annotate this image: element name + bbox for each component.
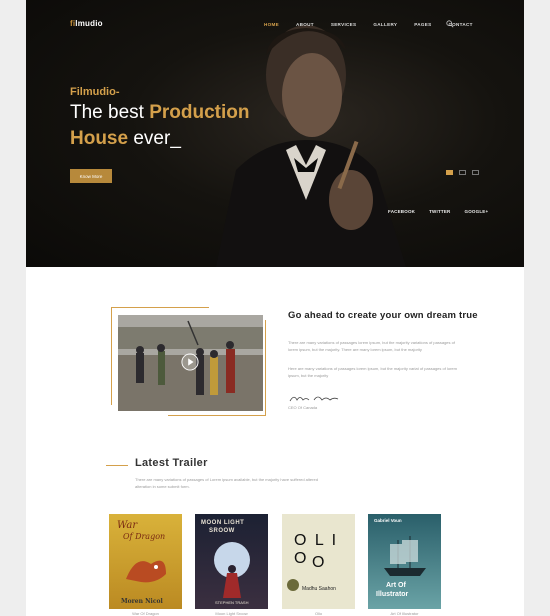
poster-caption[interactable]: Moon Light Sroow <box>195 611 268 616</box>
poster-card[interactable]: War Of Dragon Moren Nicol <box>109 514 182 609</box>
poster-card[interactable]: MOON LIGHT SROOW STEPHEN TRASH <box>195 514 268 609</box>
hero-section: filmudio HOME ABOUT SERVICES GALLERY PAG… <box>26 0 524 267</box>
poster-caption[interactable]: Art Of Illustrator <box>368 611 441 616</box>
poster-subtitle: Of Dragon <box>123 532 166 541</box>
dragon-illustration <box>126 560 166 583</box>
poster-title: War <box>117 520 138 531</box>
nav-link-gallery[interactable]: GALLERY <box>373 22 397 27</box>
hero-title-line2-a: House <box>70 128 129 149</box>
nav-link-home[interactable]: HOME <box>264 22 279 27</box>
slider-dot-2[interactable] <box>459 170 466 175</box>
trailer-section-title: Latest Trailer <box>135 457 208 469</box>
know-more-button[interactable]: Know More <box>70 169 112 183</box>
section-title-line <box>106 465 128 466</box>
hero-title: The best Production House ever_ <box>70 100 250 152</box>
moon-figure-illustration <box>214 542 250 598</box>
slider-dot-1[interactable] <box>446 170 453 175</box>
social-links: FACEBOOK TWITTER GOOGLE+ <box>388 209 488 214</box>
poster-subtitle: SROOW <box>209 528 235 534</box>
hero-title-line2-b: ever_ <box>128 128 181 149</box>
poster-subtitle: O <box>312 554 325 571</box>
poster-title: O L I O <box>294 532 339 567</box>
poster-card[interactable]: O L I O O Madhu Saahon <box>282 514 355 609</box>
poster-title: Art Of <box>386 582 406 589</box>
about-title: Go ahead to create your own dream true <box>288 310 478 321</box>
poster-title: MOON LIGHT <box>201 520 245 526</box>
poster-caption[interactable]: War Of Dragon <box>109 611 182 616</box>
logo-text: lmudio <box>75 19 103 28</box>
poster-author: Moren Nicol <box>121 598 163 605</box>
hero-title-line1-b: Production <box>149 102 250 123</box>
poster-card[interactable]: Gabriel Voun Art Of Illustrator <box>368 514 441 609</box>
nav-link-pages[interactable]: PAGES <box>414 22 431 27</box>
hero-title-line1-a: The best <box>70 102 150 123</box>
slider-indicators <box>446 170 479 175</box>
social-link-facebook[interactable]: FACEBOOK <box>388 209 415 214</box>
badge-icon <box>287 579 299 591</box>
top-nav: filmudio HOME ABOUT SERVICES GALLERY PAG… <box>26 0 524 48</box>
about-paragraph-2: Here are many variations of passages lor… <box>288 366 457 378</box>
ship-illustration <box>384 536 426 576</box>
brand-logo[interactable]: filmudio <box>70 19 103 28</box>
social-link-twitter[interactable]: TWITTER <box>429 209 450 214</box>
about-video-thumbnail[interactable] <box>118 315 263 411</box>
poster-subtitle: Illustrator <box>376 591 409 598</box>
hero-kicker: Filmudio- <box>70 86 120 98</box>
search-icon[interactable] <box>446 20 454 28</box>
poster-author: Gabriel Voun <box>374 518 402 523</box>
signature-caption: CEO Of Canada <box>288 405 318 410</box>
poster-author: STEPHEN TRASH <box>215 600 249 605</box>
poster-author: Madhu Saahon <box>302 586 336 592</box>
nav-link-services[interactable]: SERVICES <box>331 22 357 27</box>
about-paragraph-1: There are many variations of passages lo… <box>288 340 455 352</box>
nav-link-about[interactable]: ABOUT <box>296 22 314 27</box>
nav-links: HOME ABOUT SERVICES GALLERY PAGES CONTAC… <box>264 22 490 27</box>
poster-caption[interactable]: Olio <box>282 611 355 616</box>
play-icon[interactable] <box>181 353 199 371</box>
social-link-google[interactable]: GOOGLE+ <box>465 209 489 214</box>
slider-dot-3[interactable] <box>472 170 479 175</box>
page: filmudio HOME ABOUT SERVICES GALLERY PAG… <box>26 0 524 616</box>
signature-image <box>289 396 339 402</box>
trailer-section-description: There are many variations of passages of… <box>135 477 318 489</box>
